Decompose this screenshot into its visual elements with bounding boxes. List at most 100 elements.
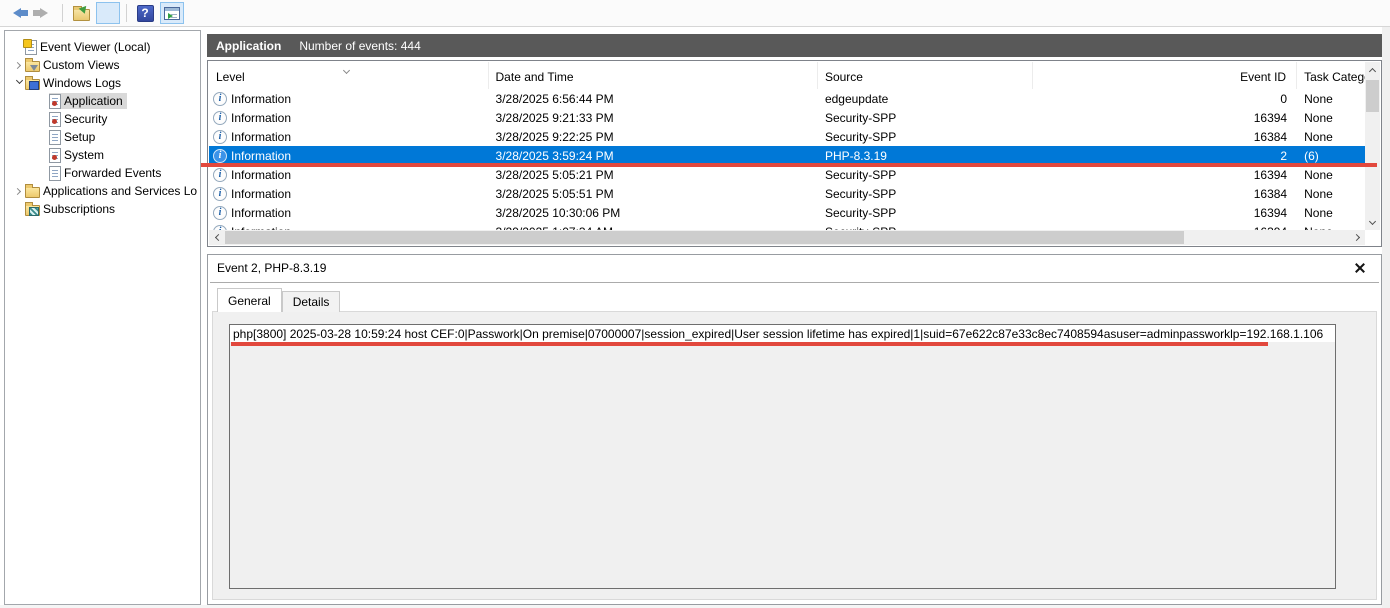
scroll-down-button[interactable]: [1365, 215, 1380, 230]
tree-item-label: Security: [61, 111, 111, 127]
horizontal-scrollbar[interactable]: [209, 230, 1365, 245]
cell-event-id: 16384: [1033, 130, 1298, 144]
general-tab-page: php[3800] 2025-03-28 10:59:24 host CEF:0…: [212, 311, 1377, 600]
event-row[interactable]: iInformation 3/28/2025 10:30:06 PM Secur…: [209, 203, 1365, 222]
chevron-left-icon: [214, 234, 221, 241]
preview-pane: Event 2, PHP-8.3.19 General Details php[…: [207, 254, 1382, 605]
folder-grid-icon: [25, 205, 40, 216]
cell-event-id: 16384: [1033, 187, 1298, 201]
cell-task-category: None: [1297, 92, 1365, 106]
tree-item-label: System: [61, 147, 108, 163]
event-row[interactable]: iInformation 3/28/2025 5:05:21 PM Securi…: [209, 165, 1365, 184]
event-row[interactable]: iInformation 3/28/2025 9:21:33 PM Securi…: [209, 108, 1365, 127]
show-console-tree-button[interactable]: [96, 2, 120, 24]
cell-level: iInformation: [209, 168, 489, 182]
column-header-datetime[interactable]: Date and Time: [489, 62, 818, 89]
chevron-right-icon: [1352, 234, 1359, 241]
cell-event-id: 16394: [1033, 206, 1298, 220]
cell-level: iInformation: [209, 149, 489, 163]
open-saved-log-button[interactable]: [69, 2, 93, 24]
tree-item-subscriptions[interactable]: Subscriptions: [5, 200, 200, 218]
cell-source: PHP-8.3.19: [818, 149, 1033, 163]
tree-item-security[interactable]: Security: [5, 110, 200, 128]
log-icon: [49, 166, 61, 181]
cell-source: Security-SPP: [818, 187, 1033, 201]
cell-source: Security-SPP: [818, 130, 1033, 144]
information-icon: i: [213, 92, 227, 106]
cell-datetime: 3/28/2025 5:05:51 PM: [489, 187, 818, 201]
cell-level: iInformation: [209, 130, 489, 144]
expander-icon[interactable]: [13, 63, 25, 68]
folder-arrow-icon: [73, 9, 90, 21]
cell-task-category: (6): [1297, 149, 1365, 163]
show-action-pane-button[interactable]: [160, 2, 184, 24]
log-name: Application: [216, 39, 281, 53]
tab-details[interactable]: Details: [282, 291, 341, 312]
cell-datetime: 3/28/2025 9:22:25 PM: [489, 130, 818, 144]
event-viewer-window: ? Event Viewer (Local) Custom Views Wind…: [0, 0, 1390, 608]
tab-general[interactable]: General: [217, 288, 282, 312]
tree-item-system[interactable]: System: [5, 146, 200, 164]
toolbar: ?: [0, 0, 1390, 27]
cell-event-id: 16394: [1033, 168, 1298, 182]
events-count: Number of events: 444: [299, 39, 420, 53]
expander-icon[interactable]: [13, 189, 25, 194]
cell-source: edgeupdate: [818, 92, 1033, 106]
scroll-left-button[interactable]: [209, 230, 224, 245]
information-icon: i: [213, 111, 227, 125]
console-tree-panel: Event Viewer (Local) Custom Views Window…: [4, 30, 201, 605]
cell-datetime: 3/28/2025 3:59:24 PM: [489, 149, 818, 163]
scroll-up-button[interactable]: [1365, 62, 1380, 77]
cell-source: Security-SPP: [818, 168, 1033, 182]
scroll-right-button[interactable]: [1350, 230, 1365, 245]
event-log-icon: [49, 112, 61, 127]
expander-icon[interactable]: [13, 80, 25, 86]
folder-monitor-icon: [25, 79, 40, 90]
close-icon[interactable]: [1354, 262, 1366, 274]
cell-datetime: 3/28/2025 6:56:44 PM: [489, 92, 818, 106]
column-header-level[interactable]: Level: [209, 62, 489, 89]
toolbar-separator: [126, 4, 127, 22]
event-row[interactable]: iInformation 3/28/2025 9:22:25 PM Securi…: [209, 127, 1365, 146]
cell-event-id: 16394: [1033, 111, 1298, 125]
toolbar-separator: [62, 4, 63, 22]
column-header-source[interactable]: Source: [818, 62, 1033, 89]
tree-item-forwarded-events[interactable]: Forwarded Events: [5, 164, 200, 182]
event-row[interactable]: iInformation 3/29/2025 1:07:34 AM Securi…: [209, 222, 1365, 230]
tree-item-custom-views[interactable]: Custom Views: [5, 56, 200, 74]
event-log-icon: [49, 94, 61, 109]
cell-task-category: None: [1297, 111, 1365, 125]
tree-item-setup[interactable]: Setup: [5, 128, 200, 146]
event-description-box[interactable]: php[3800] 2025-03-28 10:59:24 host CEF:0…: [229, 324, 1336, 589]
folder-filter-icon: [25, 61, 40, 72]
event-row[interactable]: iInformation 3/28/2025 5:05:51 PM Securi…: [209, 184, 1365, 203]
chevron-up-icon: [1369, 67, 1376, 74]
tree-item-applications-and-services[interactable]: Applications and Services Lo: [5, 182, 200, 200]
vertical-scrollbar[interactable]: [1365, 62, 1380, 230]
forward-button[interactable]: [32, 2, 56, 24]
tree-item-windows-logs[interactable]: Windows Logs: [5, 74, 200, 92]
information-icon: i: [213, 206, 227, 220]
information-icon: i: [213, 187, 227, 201]
column-header-task-category[interactable]: Task Category: [1297, 62, 1365, 89]
event-row[interactable]: iInformation 3/28/2025 6:56:44 PM edgeup…: [209, 89, 1365, 108]
help-icon: ?: [137, 5, 154, 22]
right-gutter: [1382, 27, 1390, 608]
folder-icon: [25, 187, 40, 198]
log-header-bar: Application Number of events: 444: [207, 34, 1382, 57]
tree-item-label: Forwarded Events: [61, 165, 165, 181]
tree-item-event-viewer[interactable]: Event Viewer (Local): [5, 38, 200, 56]
help-button[interactable]: ?: [133, 2, 157, 24]
horizontal-scroll-thumb[interactable]: [225, 231, 1184, 244]
column-header-event-id[interactable]: Event ID: [1033, 62, 1298, 89]
chevron-down-icon: [1369, 217, 1376, 224]
annotation-underline-message: [231, 342, 1268, 346]
back-arrow-icon: [13, 8, 21, 18]
cell-task-category: None: [1297, 130, 1365, 144]
sort-indicator-icon: [344, 65, 349, 79]
vertical-scroll-thumb[interactable]: [1366, 80, 1379, 112]
cell-task-category: None: [1297, 168, 1365, 182]
back-button[interactable]: [5, 2, 29, 24]
cell-source: Security-SPP: [818, 206, 1033, 220]
tree-item-application[interactable]: Application: [5, 92, 200, 110]
